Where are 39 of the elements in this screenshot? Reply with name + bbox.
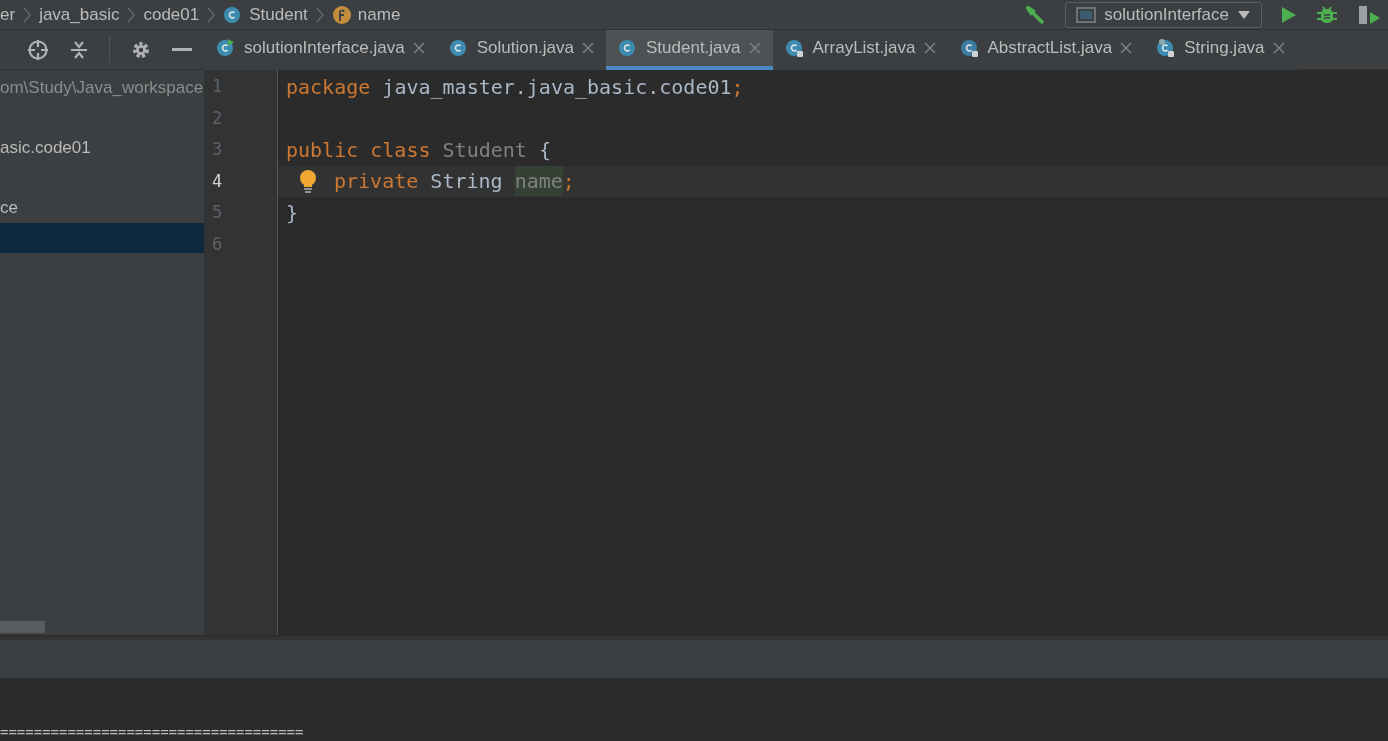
close-icon[interactable]	[1120, 42, 1133, 54]
run-icon[interactable]	[1280, 4, 1298, 25]
close-icon[interactable]	[923, 42, 936, 54]
chevron-icon	[127, 6, 136, 23]
close-icon[interactable]	[1272, 42, 1285, 54]
caret-icon	[1237, 9, 1251, 20]
editor-tab[interactable]: Student.java	[606, 30, 773, 70]
tree-item[interactable]: asic.code01	[0, 133, 204, 163]
locked-class-icon	[1156, 38, 1177, 58]
breadcrumb[interactable]: code01	[143, 1, 200, 28]
locked-class-icon	[959, 38, 980, 58]
close-icon[interactable]	[412, 42, 425, 54]
field-icon	[331, 4, 352, 25]
chevron-icon	[315, 6, 324, 23]
console-line: ====================================	[0, 723, 305, 741]
breadcrumb[interactable]: name	[331, 1, 401, 28]
crosshair-icon[interactable]	[27, 38, 49, 61]
line-number: 4	[212, 169, 223, 193]
breadcrumb[interactable]: er	[0, 1, 16, 28]
coverage-icon[interactable]	[1356, 3, 1382, 26]
scrollbar-thumb[interactable]	[0, 621, 45, 633]
locked-class-icon	[784, 38, 805, 58]
class-icon	[448, 38, 469, 58]
code-line: private String name;	[278, 165, 1388, 197]
breadcrumb[interactable]: Student	[223, 1, 308, 28]
class-icon	[618, 38, 638, 58]
tree-item[interactable]: ce	[0, 193, 204, 223]
code-line: }	[285, 199, 300, 227]
class-icon	[216, 38, 236, 58]
close-icon[interactable]	[582, 42, 594, 54]
window-icon	[1076, 6, 1097, 23]
chevron-icon	[23, 6, 32, 23]
run-configuration-dropdown[interactable]: solutionInterface	[1065, 1, 1262, 28]
lightbulb-icon[interactable]	[298, 168, 318, 193]
chevron-icon	[207, 6, 216, 23]
tree-item[interactable]: om\Study\Java_workspace	[0, 73, 204, 103]
breadcrumb[interactable]: java_basic	[39, 1, 120, 28]
code-line: public class Student {	[285, 136, 552, 164]
code-line: package java_master.java_basic.code01;	[285, 73, 745, 101]
